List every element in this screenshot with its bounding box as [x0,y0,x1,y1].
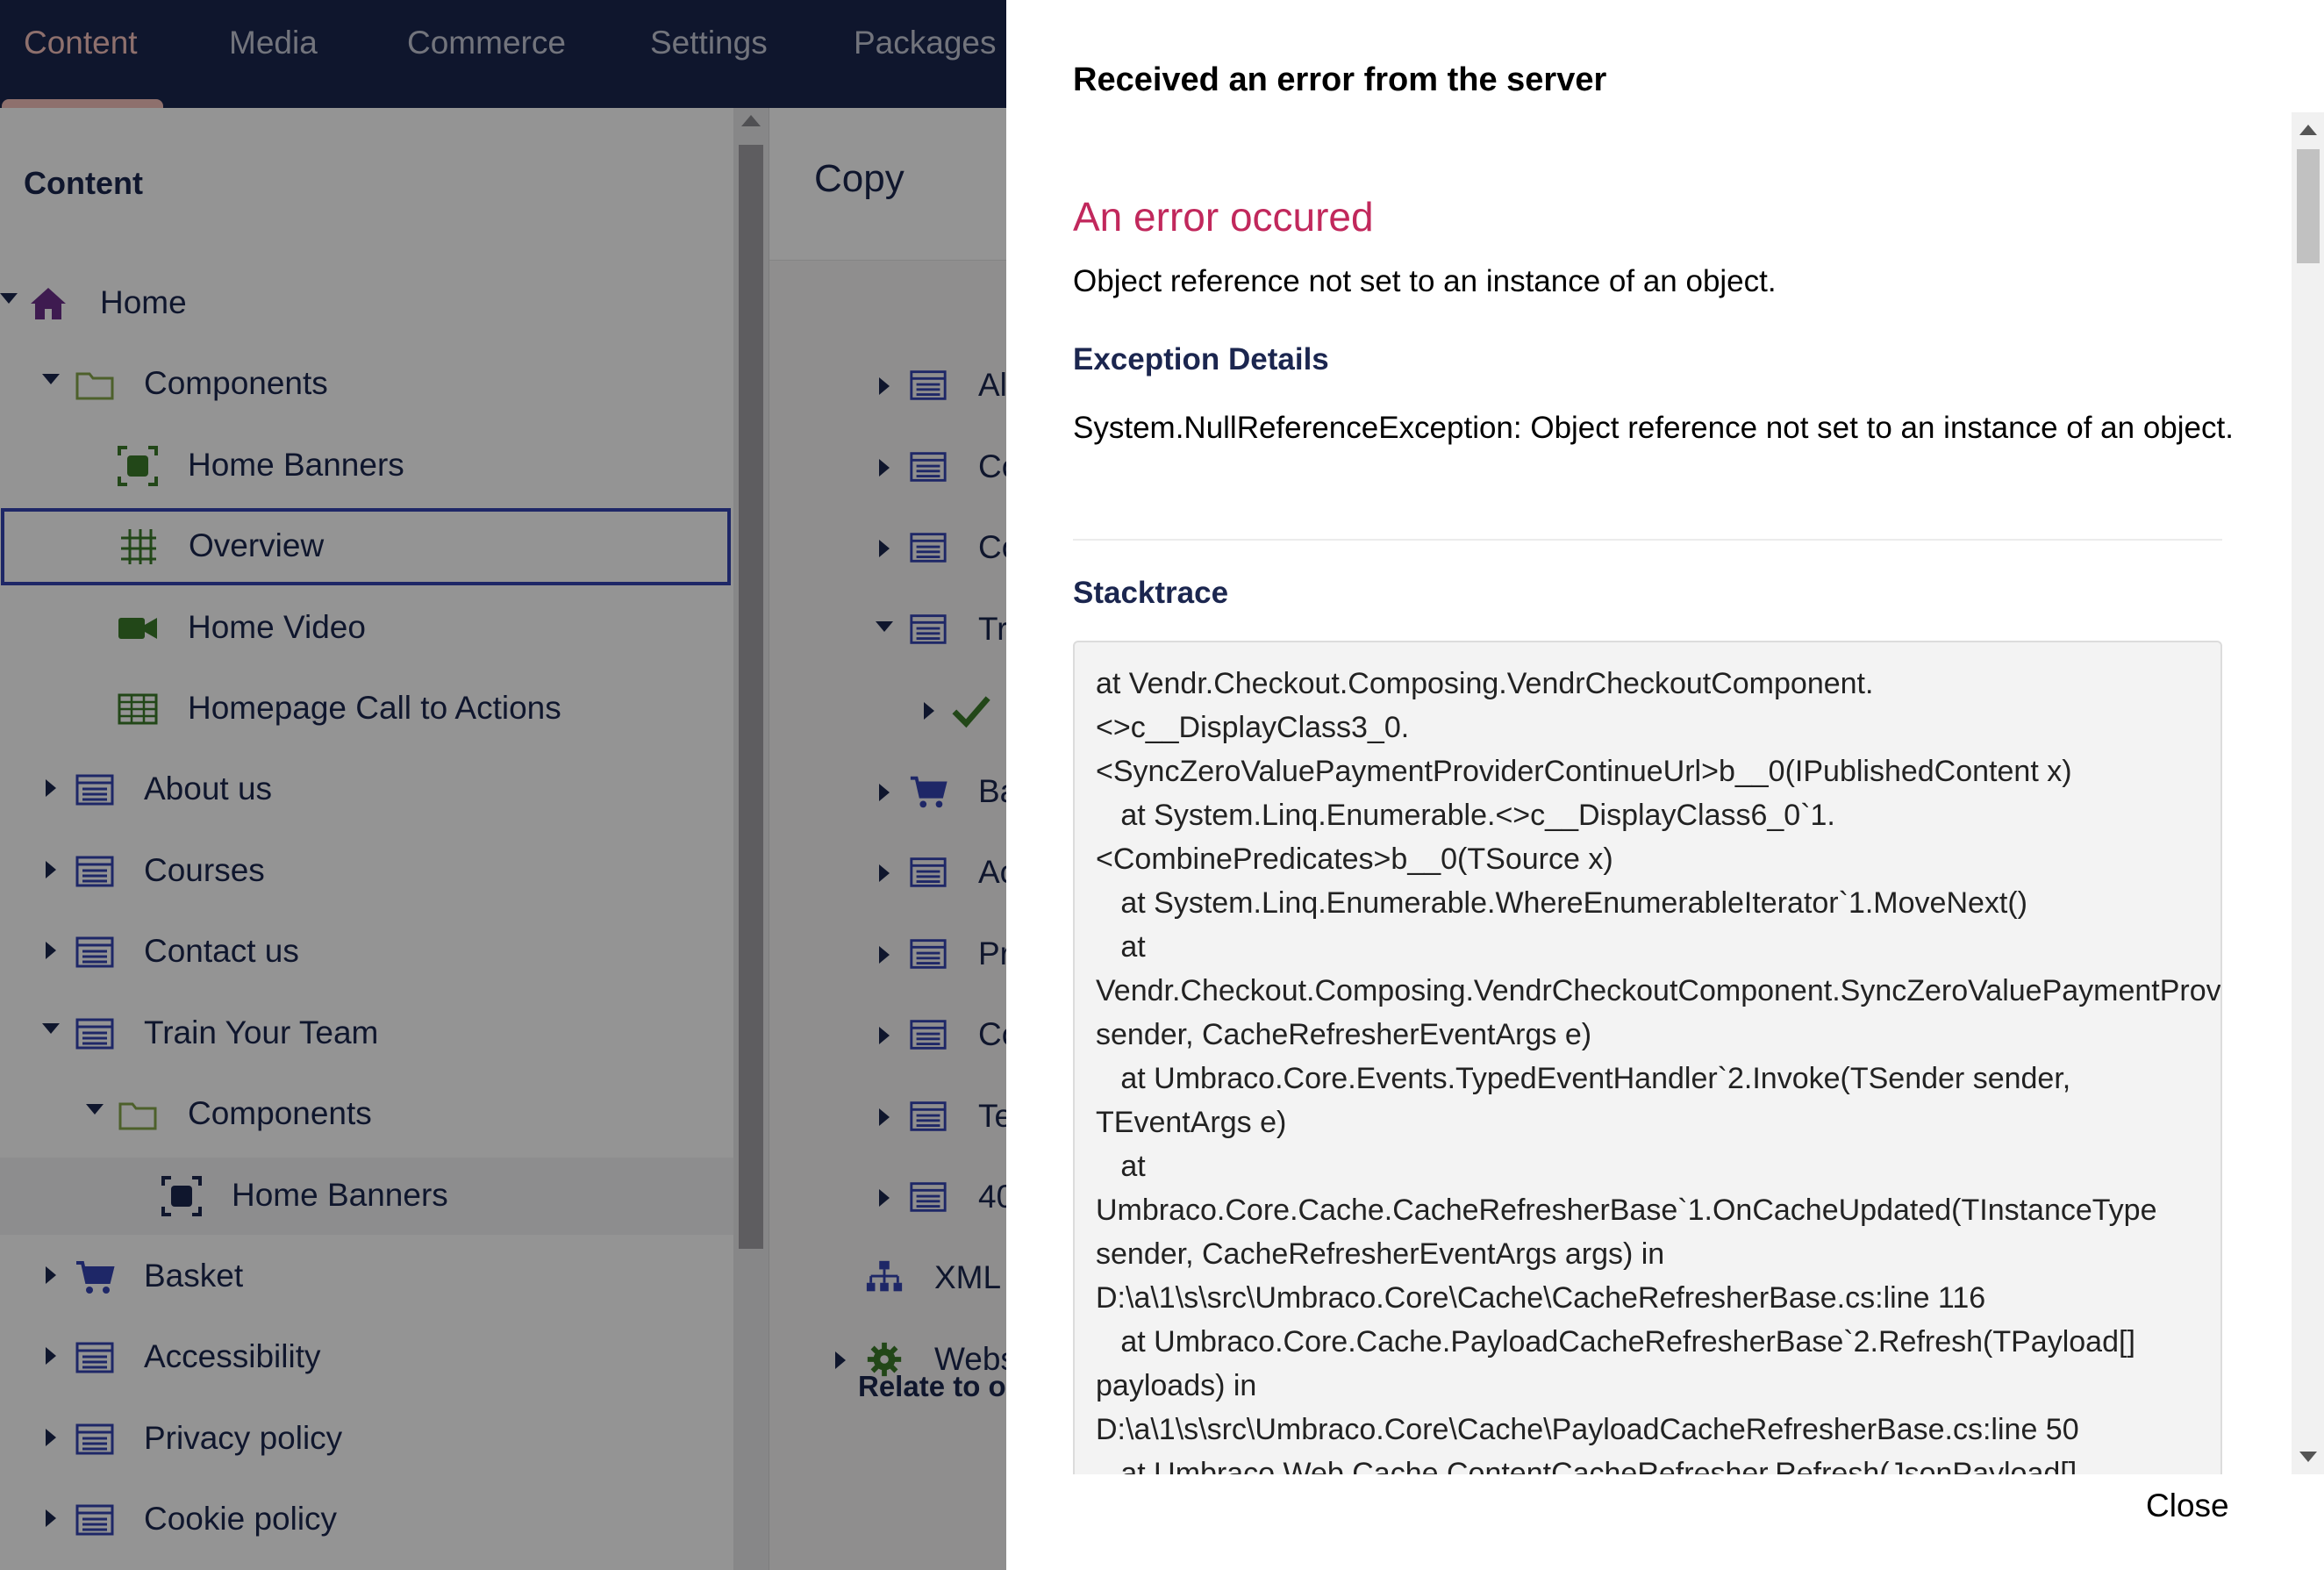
stacktrace-text: at Vendr.Checkout.Composing.VendrCheckou… [1096,667,2221,1474]
dialog-header: Received an error from the server [1073,61,1607,98]
modal-backdrop[interactable] [0,0,1006,1570]
scrollbar-thumb[interactable] [2297,149,2320,263]
dialog-scrollbar[interactable] [2292,112,2324,1474]
stacktrace-box[interactable]: at Vendr.Checkout.Composing.VendrCheckou… [1073,641,2222,1474]
close-button[interactable]: Close [2146,1488,2229,1524]
error-title: An error occured [1073,194,1374,240]
stacktrace-heading: Stacktrace [1073,576,1229,610]
error-dialog: Received an error from the server An err… [1006,0,2324,1570]
error-message: Object reference not set to an instance … [1073,264,1777,298]
scroll-up-icon[interactable] [2299,125,2317,135]
dialog-body: An error occured Object reference not se… [1006,112,2292,1474]
exception-text: System.NullReferenceException: Object re… [1073,411,2234,445]
divider [1073,539,2222,541]
scroll-down-icon[interactable] [2299,1452,2317,1462]
exception-details-heading: Exception Details [1073,342,1329,376]
